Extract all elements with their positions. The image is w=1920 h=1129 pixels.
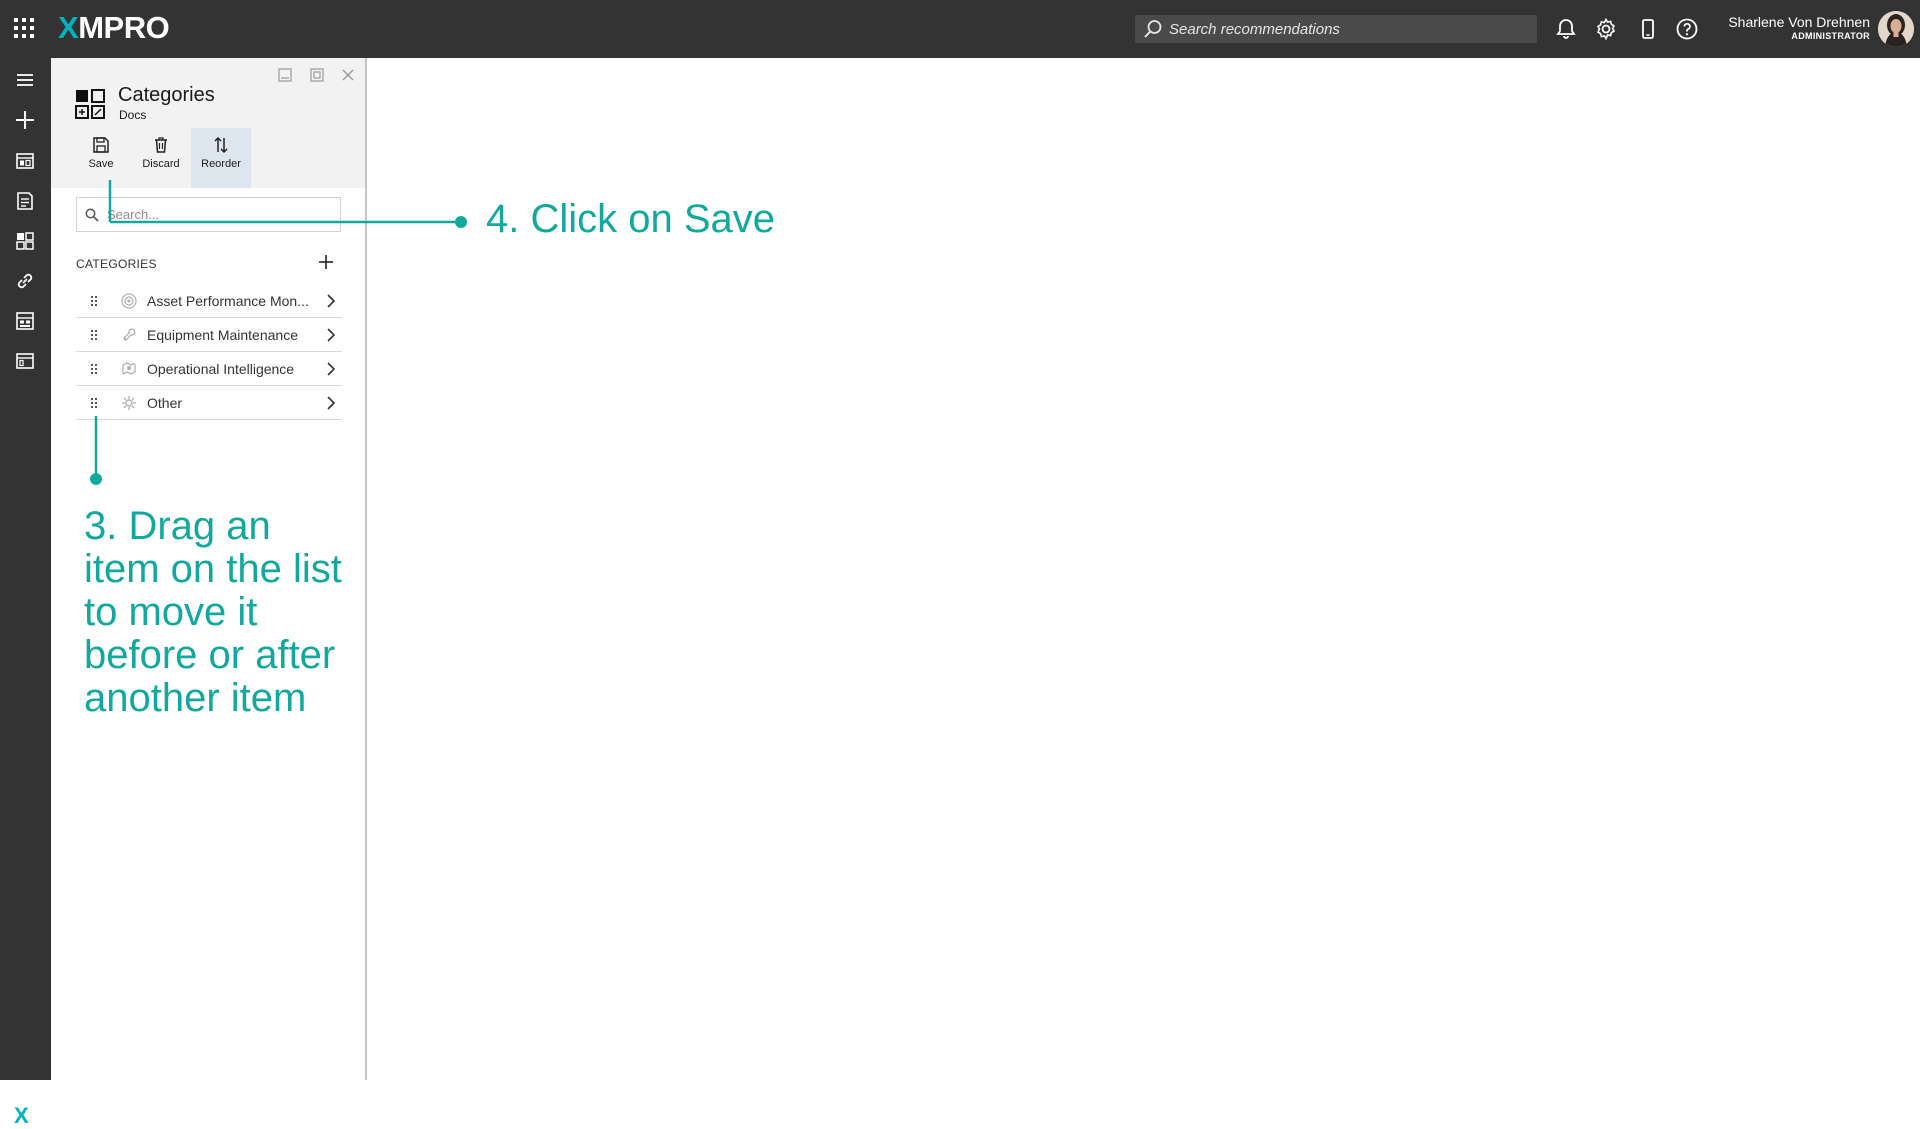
save-callout-line <box>108 180 467 228</box>
xmpro-mark-icon[interactable]: X <box>14 1103 29 1129</box>
drag-callout-line <box>90 416 102 485</box>
step-3-annotation: 3. Drag an item on the list to move it b… <box>84 504 342 720</box>
step-4-annotation: 4. Click on Save <box>486 197 776 241</box>
